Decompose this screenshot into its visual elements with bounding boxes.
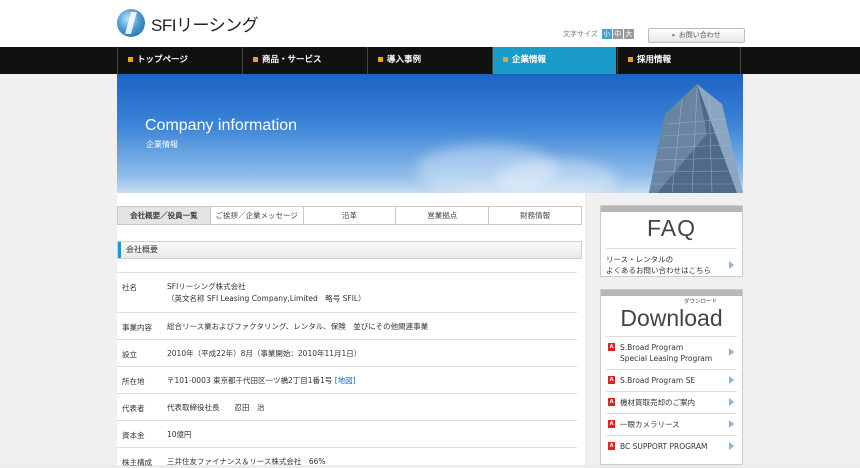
download-box: Download ダウンロード A S.Broad Program Specia… [600, 289, 743, 465]
download-title-text: Download [620, 305, 723, 331]
font-size-switcher: 文字サイズ 小 中 大 [563, 29, 634, 39]
font-size-large-button[interactable]: 大 [623, 29, 634, 39]
arrow-right-icon [729, 376, 734, 384]
subtab-overview[interactable]: 会社概要／役員一覧 [118, 207, 210, 224]
table-row: 代表者 代表取締役社長 忍田 治 [117, 393, 577, 421]
pdf-icon: A [608, 343, 615, 351]
company-name-english: （英文名称 SFI Leasing Company,Limited 略号 SFI… [167, 294, 366, 303]
subtab-financial[interactable]: 財務情報 [488, 207, 581, 224]
subtab-offices[interactable]: 営業拠点 [395, 207, 488, 224]
font-size-small-button[interactable]: 小 [601, 29, 612, 39]
site-logo[interactable]: SFIリーシング [117, 9, 259, 37]
sub-navigation: 会社概要／役員一覧 ご挨拶／企業メッセージ 沿革 営業拠点 財務情報 [117, 206, 582, 225]
table-row: 資本金 10億円 [117, 420, 577, 448]
row-label: 資本金 [122, 431, 145, 440]
row-label: 事業内容 [122, 323, 152, 332]
table-row: 設立 2010年（平成22年）8月（事業開始：2010年11月1日） [117, 339, 577, 367]
download-item[interactable]: A S.Broad Program SE [606, 369, 737, 391]
faq-title: FAQ [646, 215, 696, 241]
row-value: 三井住友ファイナンス＆リース株式会社 66% [167, 457, 326, 466]
hero-banner: Company information 企業情報 [117, 74, 743, 193]
arrow-right-icon [729, 442, 734, 450]
nav-label: 企業情報 [512, 55, 547, 65]
download-item[interactable]: A 機材買取売却のご案内 [606, 391, 737, 413]
global-nav: トップページ 商品・サービス 導入事例 企業情報 採用情報 [0, 47, 860, 74]
font-size-medium-button[interactable]: 中 [612, 29, 623, 39]
download-title: Download ダウンロード [601, 299, 742, 332]
arrow-right-icon [729, 261, 734, 269]
download-item-label: 一眼カメラリース [620, 420, 680, 429]
address-text: 〒101-0003 東京都千代田区一ツ橋2丁目1番1号 [167, 376, 333, 385]
hero-title: Company information [145, 117, 298, 134]
row-value: 〒101-0003 東京都千代田区一ツ橋2丁目1番1号 [地図] [167, 375, 356, 387]
row-value: SFIリーシング株式会社 （英文名称 SFI Leasing Company,L… [167, 281, 366, 305]
nav-item-recruit[interactable]: 採用情報 [617, 47, 741, 74]
row-value: 2010年（平成22年）8月（事業開始：2010年11月1日） [167, 349, 362, 358]
row-label: 社名 [122, 283, 137, 292]
hero-subtitle: 企業情報 [146, 140, 178, 149]
logo-mark-icon [117, 9, 145, 37]
map-link[interactable]: [地図] [335, 376, 356, 385]
nav-item-cases[interactable]: 導入事例 [367, 47, 491, 74]
nav-marker-icon [128, 57, 133, 62]
nav-marker-icon [378, 57, 383, 62]
box-top-bar [601, 290, 742, 296]
nav-label: 採用情報 [637, 55, 672, 65]
contact-label: お問い合わせ [678, 31, 721, 39]
pdf-icon: A [608, 442, 615, 450]
download-item[interactable]: A S.Broad Program Special Leasing Progra… [606, 336, 737, 369]
faq-box[interactable]: FAQ リース・レンタルの よくあるお問い合わせはこちら [600, 205, 743, 277]
row-label: 所在地 [122, 377, 145, 386]
nav-item-company[interactable]: 企業情報 [492, 47, 616, 74]
table-row: 社名 SFIリーシング株式会社 （英文名称 SFI Leasing Compan… [117, 272, 577, 310]
row-value: 代表取締役社長 忍田 治 [167, 403, 265, 412]
download-item-label: S.Broad Program [620, 343, 684, 352]
faq-line1: リース・レンタルの [606, 255, 674, 264]
nav-label: 商品・サービス [262, 55, 322, 65]
pdf-icon: A [608, 398, 615, 406]
download-item-sublabel: Special Leasing Program [620, 354, 713, 363]
contact-button[interactable]: ▸ お問い合わせ [648, 28, 745, 43]
building-image [649, 84, 743, 193]
download-item-label: S.Broad Program SE [620, 376, 696, 385]
section-heading: 会社概要 [117, 241, 582, 259]
download-item[interactable]: A BC SUPPORT PROGRAM [606, 435, 737, 457]
arrow-right-icon [729, 420, 734, 428]
faq-line2: よくあるお問い合わせはこちら [606, 266, 711, 275]
table-row: 事業内容 総合リース業およびファクタリング、レンタル、保険 並びにその他関連事業 [117, 312, 577, 340]
nav-item-top[interactable]: トップページ [117, 47, 241, 74]
table-row: 所在地 〒101-0003 東京都千代田区一ツ橋2丁目1番1号 [地図] [117, 366, 577, 394]
row-value: 総合リース業およびファクタリング、レンタル、保険 並びにその他関連事業 [167, 322, 429, 331]
subtab-history[interactable]: 沿革 [302, 207, 396, 224]
subtab-message[interactable]: ご挨拶／企業メッセージ [209, 207, 303, 224]
nav-item-products[interactable]: 商品・サービス [242, 47, 366, 74]
download-item-label: 機材買取売却のご案内 [620, 398, 695, 407]
row-label: 設立 [122, 350, 137, 359]
box-top-bar [601, 206, 742, 212]
arrow-right-icon [729, 398, 734, 406]
nav-label: トップページ [137, 55, 188, 65]
font-size-label: 文字サイズ [563, 30, 598, 38]
arrow-right-icon: ▸ [672, 31, 676, 39]
nav-marker-icon [628, 57, 633, 62]
nav-marker-icon [253, 57, 258, 62]
header: SFIリーシング 文字サイズ 小 中 大 ▸ お問い合わせ [0, 0, 860, 47]
pdf-icon: A [608, 420, 615, 428]
row-label: 株主構成 [122, 458, 152, 467]
download-item[interactable]: A 一眼カメラリース [606, 413, 737, 435]
company-name: SFIリーシング株式会社 [167, 282, 246, 291]
row-value: 10億円 [167, 430, 192, 439]
download-item-label: BC SUPPORT PROGRAM [620, 442, 708, 451]
table-row: 株主構成 三井住友ファイナンス＆リース株式会社 66% [117, 447, 577, 467]
nav-marker-icon [503, 57, 508, 62]
nav-label: 導入事例 [387, 55, 422, 65]
arrow-right-icon [729, 348, 734, 356]
row-label: 代表者 [122, 404, 145, 413]
logo-text: SFIリーシング [151, 15, 259, 35]
download-kana: ダウンロード [683, 299, 717, 305]
faq-link[interactable]: リース・レンタルの よくあるお問い合わせはこちら [606, 248, 737, 276]
pdf-icon: A [608, 376, 615, 384]
